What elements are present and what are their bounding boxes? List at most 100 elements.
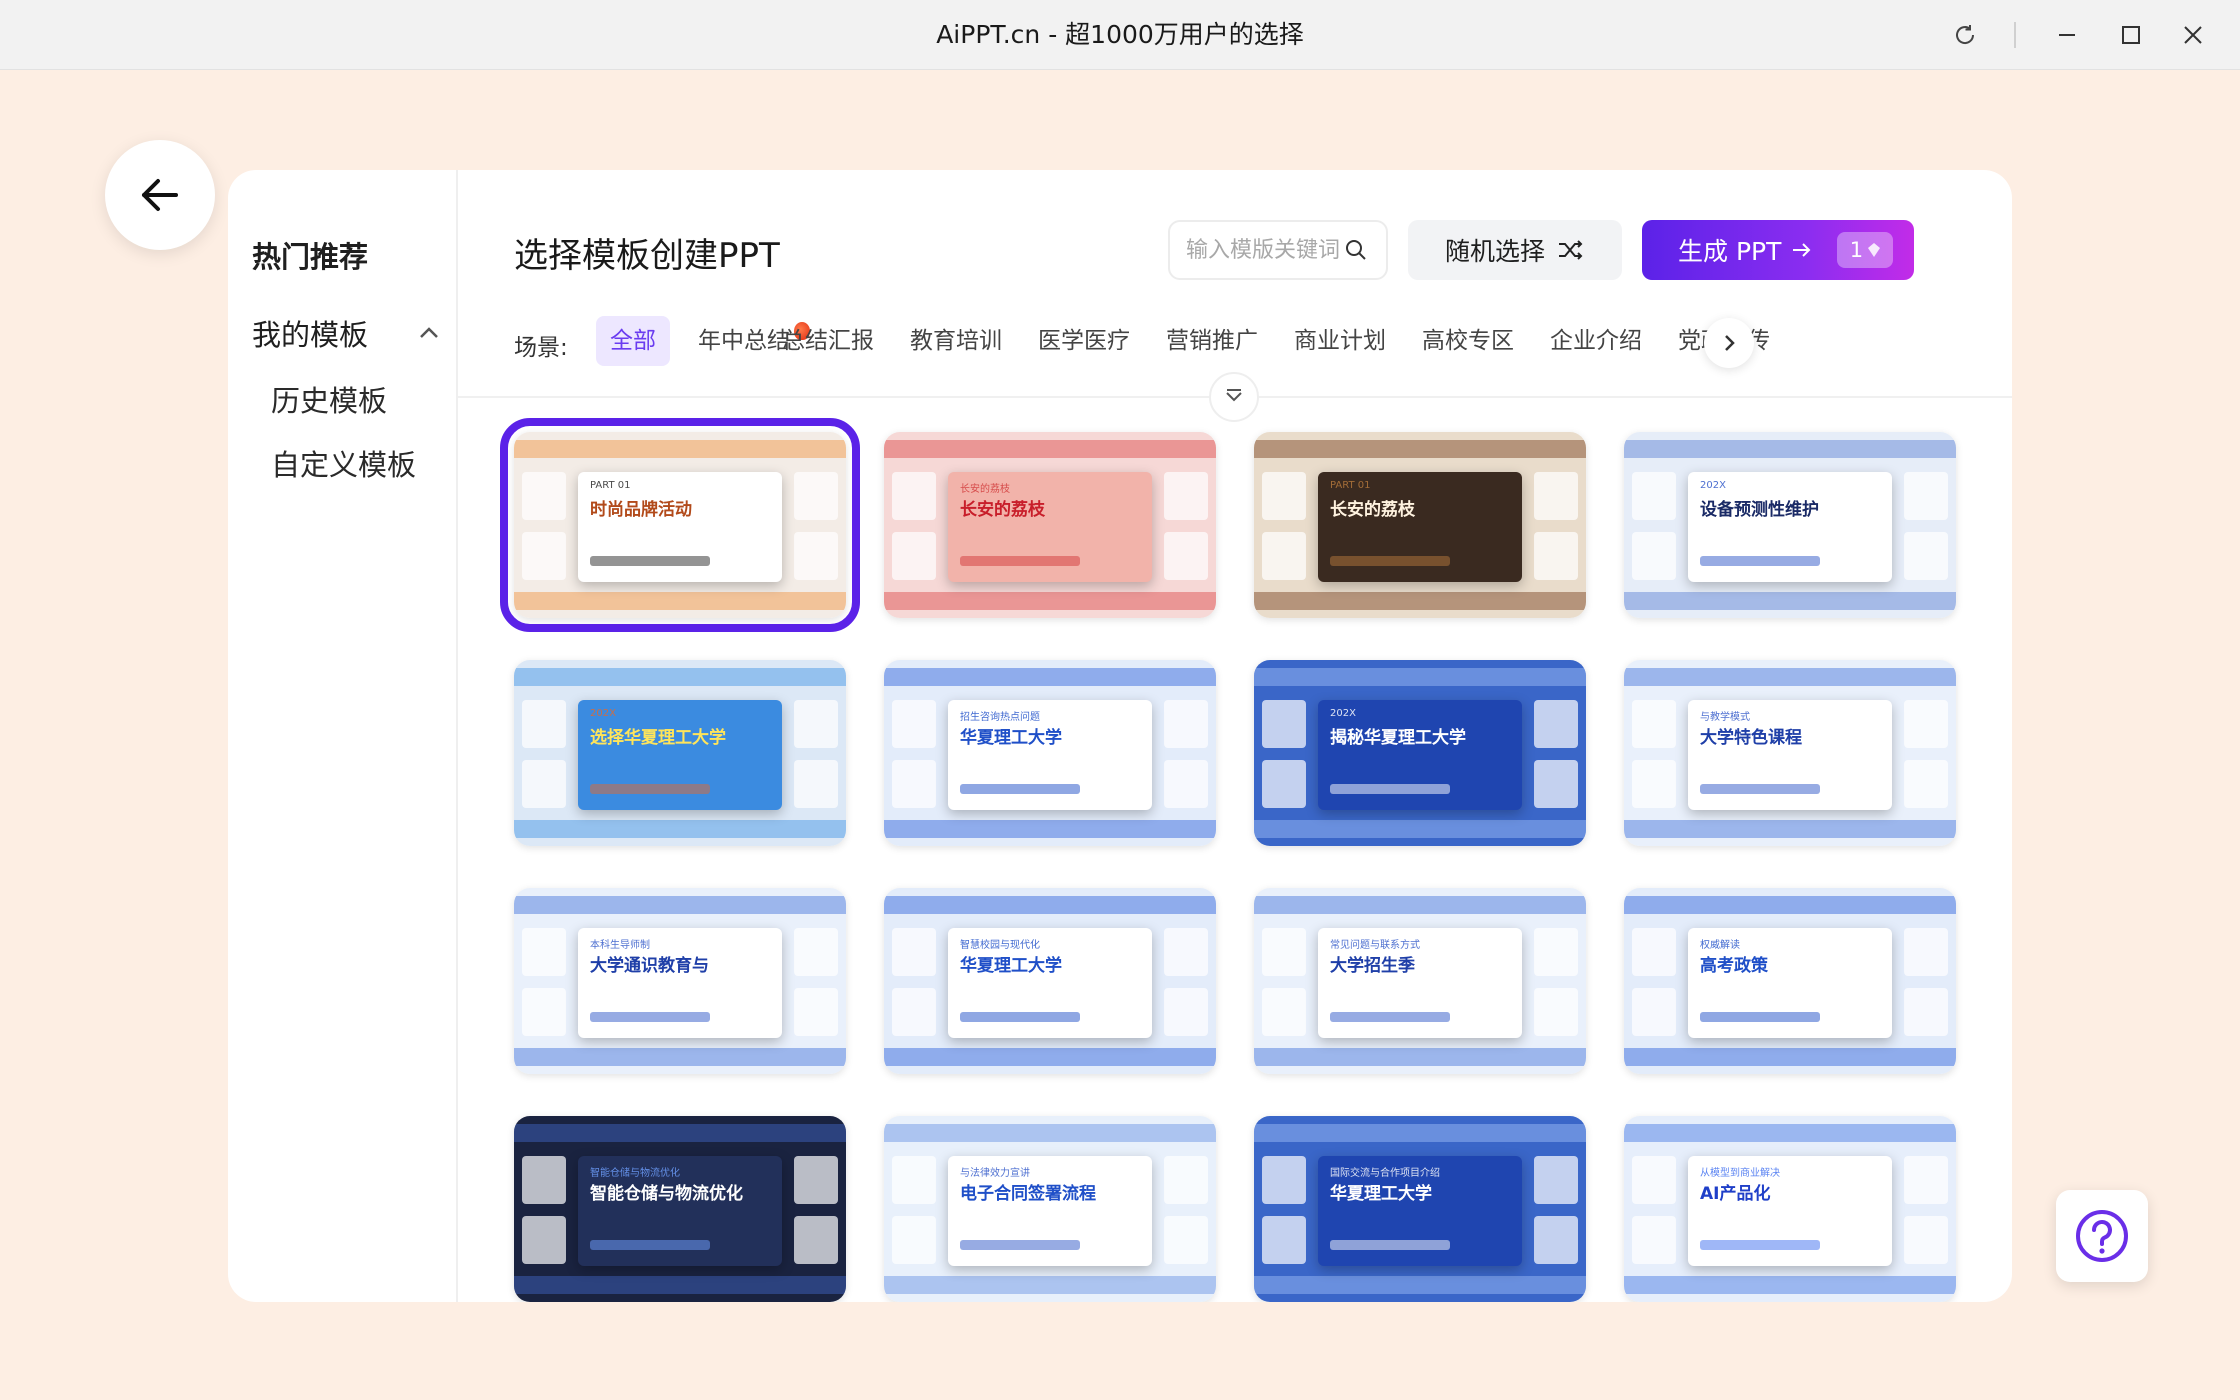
template-card[interactable]: 权威解读 高考政策 — [1624, 888, 1956, 1074]
thumbnail-slide — [892, 532, 936, 580]
thumbnail-strip — [514, 592, 846, 610]
template-card[interactable]: 本科生导师制 大学通识教育与 — [514, 888, 846, 1074]
category-business-plan[interactable]: 商业计划 — [1280, 316, 1400, 366]
thumbnail-strip — [884, 1276, 1216, 1294]
thumbnail-slide — [892, 1156, 936, 1204]
minimize-icon[interactable] — [2044, 12, 2090, 58]
thumbnail-strip — [1254, 1124, 1586, 1142]
credit-count: 1 — [1849, 238, 1864, 262]
thumbnail-decor-bar — [1330, 556, 1450, 566]
thumbnail-decor-bar — [960, 1240, 1080, 1250]
category-university[interactable]: 高校专区 — [1408, 316, 1528, 366]
shuffle-icon — [1559, 240, 1583, 260]
close-icon[interactable] — [2170, 12, 2216, 58]
category-next-button[interactable] — [1704, 318, 1754, 368]
template-title: 华夏理工大学 — [960, 728, 1062, 748]
template-card[interactable]: 智慧校园与现代化 华夏理工大学 — [884, 888, 1216, 1074]
template-title: 设备预测性维护 — [1700, 500, 1819, 520]
sidebar-item-custom[interactable]: 自定义模板 — [271, 442, 416, 484]
thumbnail-slide — [794, 1216, 838, 1264]
template-card[interactable]: 与法律效力宣讲 电子合同签署流程 — [884, 1116, 1216, 1302]
search-box[interactable] — [1168, 220, 1388, 280]
thumbnail-cover: 权威解读 高考政策 — [1688, 928, 1892, 1038]
thumbnail-strip — [884, 1048, 1216, 1066]
template-card[interactable]: 与教学模式 大学特色课程 — [1624, 660, 1956, 846]
thumbnail-decor-bar — [590, 1240, 710, 1250]
thumbnail-slide — [522, 532, 566, 580]
expand-categories-button[interactable] — [1209, 372, 1259, 422]
generate-ppt-button[interactable]: 生成 PPT 1 — [1642, 220, 1914, 280]
category-marketing[interactable]: 营销推广 — [1152, 316, 1272, 366]
thumbnail-slide — [1632, 532, 1676, 580]
category-education[interactable]: 教育培训 — [896, 316, 1016, 366]
template-title: 智能仓储与物流优化 — [590, 1184, 743, 1204]
help-button[interactable] — [2056, 1190, 2148, 1282]
thumbnail-slide — [1164, 532, 1208, 580]
thumbnail-cover: 与法律效力宣讲 电子合同签署流程 — [948, 1156, 1152, 1266]
thumbnail-slide — [892, 700, 936, 748]
thumbnail-strip — [514, 1276, 846, 1294]
sidebar-item-history[interactable]: 历史模板 — [271, 378, 387, 420]
thumbnail-cover: PART 01 长安的荔枝 — [1318, 472, 1522, 582]
thumbnail-strip — [884, 668, 1216, 686]
template-card[interactable]: 从模型到商业解决 AI产品化 — [1624, 1116, 1956, 1302]
thumbnail-slide — [1164, 928, 1208, 976]
thumbnail-slide — [522, 1216, 566, 1264]
category-company[interactable]: 企业介绍 — [1536, 316, 1656, 366]
thumbnail-slide — [1262, 1156, 1306, 1204]
thumbnail-slide — [1164, 1216, 1208, 1264]
chevron-down-icon — [1226, 389, 1242, 402]
template-card[interactable]: PART 01 长安的荔枝 — [1254, 432, 1586, 618]
thumbnail-strip — [884, 592, 1216, 610]
thumbnail-slide — [1904, 532, 1948, 580]
thumbnail-slide — [1534, 1216, 1578, 1264]
template-subtitle: 常见问题与联系方式 — [1330, 940, 1420, 951]
template-title: 长安的荔枝 — [960, 500, 1045, 520]
thumbnail-decor-bar — [1700, 784, 1820, 794]
thumbnail-decor-bar — [960, 556, 1080, 566]
template-card[interactable]: 202X 设备预测性维护 — [1624, 432, 1956, 618]
thumbnail-slide — [522, 1156, 566, 1204]
thumbnail-strip — [1254, 820, 1586, 838]
thumbnail-slide — [794, 928, 838, 976]
search-icon[interactable] — [1344, 238, 1368, 262]
template-card[interactable]: PART 01 时尚品牌活动 — [500, 418, 860, 632]
template-card[interactable]: 招生咨询热点问题华夏理工大学 — [884, 660, 1216, 846]
sidebar-item-my-templates[interactable]: 我的模板 — [252, 312, 368, 354]
template-card[interactable]: 常见问题与联系方式大学招生季 — [1254, 888, 1586, 1074]
thumbnail-slide — [522, 928, 566, 976]
category-summary[interactable]: 总结汇报 — [768, 316, 888, 366]
maximize-icon[interactable] — [2108, 12, 2154, 58]
template-title: 大学招生季 — [1330, 956, 1415, 976]
thumbnail-cover: 202X 选择华夏理工大学 — [578, 700, 782, 810]
refresh-icon[interactable] — [1942, 12, 1988, 58]
thumbnail-strip — [1254, 592, 1586, 610]
chevron-up-icon[interactable] — [414, 318, 444, 348]
template-card[interactable]: 202X 揭秘华夏理工大学 — [1254, 660, 1586, 846]
thumbnail-slide — [1534, 1156, 1578, 1204]
template-card[interactable]: 长安的荔枝 长安的荔枝 — [884, 432, 1216, 618]
thumbnail-slide — [1632, 988, 1676, 1036]
thumbnail-slide — [1164, 700, 1208, 748]
thumbnail-slide — [1164, 760, 1208, 808]
thumbnail-slide — [1164, 1156, 1208, 1204]
template-card[interactable]: 国际交流与合作项目介绍 华夏理工大学 — [1254, 1116, 1586, 1302]
thumbnail-slide — [1262, 532, 1306, 580]
thumbnail-strip — [1624, 896, 1956, 914]
thumbnail-strip — [1624, 1276, 1956, 1294]
search-input[interactable] — [1186, 230, 1346, 270]
back-button[interactable] — [105, 140, 215, 250]
template-card[interactable]: 智能仓储与物流优化 智能仓储与物流优化 — [514, 1116, 846, 1302]
category-all[interactable]: 全部 — [596, 316, 670, 366]
thumbnail-cover: 常见问题与联系方式大学招生季 — [1318, 928, 1522, 1038]
sidebar-item-hot[interactable]: 热门推荐 — [252, 234, 368, 276]
random-select-button[interactable]: 随机选择 — [1408, 220, 1622, 280]
template-subtitle: 与教学模式 — [1700, 712, 1750, 723]
thumbnail-strip — [514, 820, 846, 838]
thumbnail-slide — [1632, 472, 1676, 520]
category-medical[interactable]: 医学医疗 — [1024, 316, 1144, 366]
template-subtitle: 招生咨询热点问题 — [960, 712, 1040, 723]
thumbnail-strip — [1254, 1048, 1586, 1066]
credit-badge: 1 — [1837, 232, 1894, 268]
template-card[interactable]: 202X 选择华夏理工大学 — [514, 660, 846, 846]
